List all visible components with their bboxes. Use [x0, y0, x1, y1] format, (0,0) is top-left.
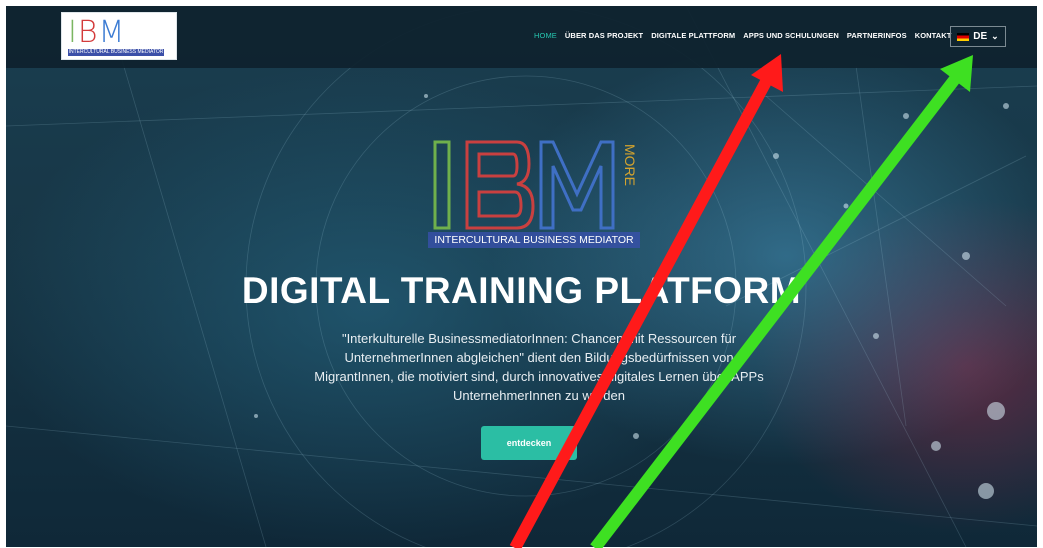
hero-logo-subtitle: INTERCULTURAL BUSINESS MEDIATOR: [428, 232, 640, 248]
hero-description: "Interkulturelle BusinessmediatorInnen: …: [314, 331, 764, 403]
top-navbar: IBM INTERCULTURAL BUSINESS MEDIATOR HOME…: [6, 6, 1037, 68]
nav-item-digitale-plattform[interactable]: DIGITALE PLATTFORM: [651, 31, 735, 40]
hero-logo: MORE: [433, 140, 638, 230]
hero-logo-more-text: MORE: [622, 144, 638, 186]
germany-flag-icon: [957, 32, 970, 41]
logo-subtitle: INTERCULTURAL BUSINESS MEDIATOR: [68, 49, 164, 56]
language-selector[interactable]: DE ⌄: [950, 26, 1006, 47]
page: IBM INTERCULTURAL BUSINESS MEDIATOR HOME…: [6, 6, 1037, 547]
chevron-down-icon: ⌄: [991, 31, 999, 41]
nav-item-kontakt[interactable]: KONTAKT: [915, 31, 952, 40]
main-menu: HOME ÜBER DAS PROJEKT DIGITALE PLATTFORM…: [534, 31, 952, 40]
nav-item-apps-und-schulungen[interactable]: APPS UND SCHULUNGEN: [743, 31, 839, 40]
hero-headline: DIGITAL TRAINING PLATFORM: [241, 270, 802, 311]
site-logo[interactable]: IBM INTERCULTURAL BUSINESS MEDIATOR: [61, 12, 177, 60]
logo-letters: IBM: [68, 15, 126, 50]
discover-button[interactable]: entdecken: [481, 426, 577, 460]
nav-item-partnerinfos[interactable]: PARTNERINFOS: [847, 31, 907, 40]
language-label: DE: [973, 31, 988, 42]
nav-item-home[interactable]: HOME: [534, 31, 557, 40]
nav-item-ueber-das-projekt[interactable]: ÜBER DAS PROJEKT: [565, 31, 643, 40]
